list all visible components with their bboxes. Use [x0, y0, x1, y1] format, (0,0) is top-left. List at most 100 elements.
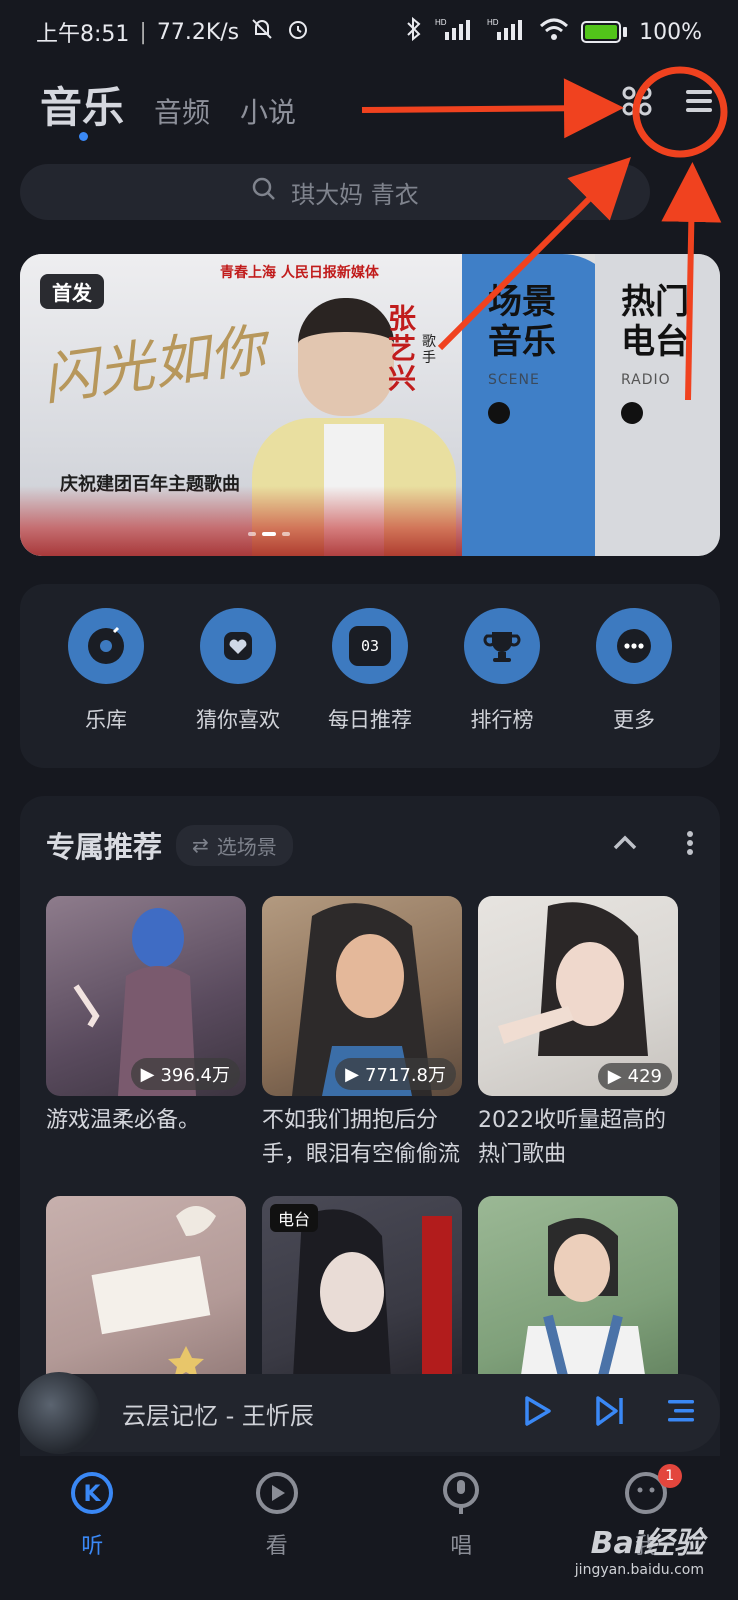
play-count: ▶ 7717.8万: [335, 1058, 456, 1090]
banner-script-title: 闪光如你: [38, 317, 270, 414]
shortcut-row: 乐库 猜你喜欢 03 每日推荐 排行榜 更多: [20, 584, 720, 768]
playlist-title: 不如我们拥抱后分手，眼泪有空偷偷流: [262, 1108, 461, 1167]
search-placeholder: 琪大妈 青衣: [291, 180, 419, 209]
tab-audio[interactable]: 音频: [154, 91, 210, 135]
baidu-watermark: Bai经验 jingyan.baidu.com: [575, 1518, 704, 1578]
hot-radio-card[interactable]: 热门电台 RADIO: [595, 254, 720, 556]
now-playing-track: 云层记忆 - 王忻辰: [122, 1401, 314, 1430]
playlist-card[interactable]: ▶ 429 2022收听量超高的热门歌曲: [478, 896, 678, 1196]
playlist-cover: [478, 1196, 678, 1396]
mute-icon: [249, 16, 275, 48]
search-icon: [251, 176, 277, 208]
shortcut-label: 猜你喜欢: [196, 708, 280, 732]
next-track-button[interactable]: [594, 1394, 626, 1432]
shortcut-library[interactable]: 乐库: [50, 608, 162, 768]
more-dots-icon: [596, 608, 672, 684]
battery-percent: 100%: [639, 19, 702, 45]
watermark-url: jingyan.baidu.com: [574, 1562, 704, 1578]
listen-k-icon: K: [69, 1470, 115, 1520]
apps-grid-icon[interactable]: [620, 84, 654, 122]
microphone-icon: [438, 1470, 484, 1520]
recommend-title: 专属推荐: [46, 830, 163, 864]
tab-music[interactable]: 音乐: [40, 74, 124, 135]
battery-icon: [581, 21, 628, 43]
radio-card-title: 热门电台: [621, 282, 689, 362]
trophy-icon: [464, 608, 540, 684]
scene-card-subtitle: SCENE: [488, 372, 540, 388]
recognize-icon[interactable]: [680, 172, 710, 206]
disc-icon: [68, 608, 144, 684]
calendar-day: 03: [349, 626, 391, 666]
banner-artist: 张艺兴: [388, 302, 417, 395]
play-count: ▶ 396.4万: [130, 1058, 240, 1090]
wifi-icon: [539, 16, 569, 48]
playlist-card[interactable]: ▶ 396.4万 游戏温柔必备。: [46, 896, 246, 1196]
shortcut-label: 乐库: [85, 708, 127, 732]
now-playing-cover: [18, 1372, 100, 1454]
playlist-cover: [46, 1196, 246, 1396]
nav-sing[interactable]: 唱: [411, 1470, 511, 1600]
tab-novel[interactable]: 小说: [240, 91, 296, 135]
scene-card-title: 场景音乐: [488, 282, 556, 362]
radio-tag: 电台: [270, 1204, 319, 1232]
scene-select-label: 选场景: [216, 834, 277, 859]
notification-badge: 1: [657, 1464, 682, 1488]
shortcut-guess-like[interactable]: 猜你喜欢: [182, 608, 294, 768]
watch-play-icon: [254, 1470, 300, 1520]
play-button[interactable]: [522, 1394, 554, 1432]
collapse-icon[interactable]: [612, 834, 638, 856]
play-icon: [488, 402, 510, 424]
banner-badge: 首发: [40, 274, 104, 309]
playlist-cover: ▶ 396.4万: [46, 896, 246, 1096]
carousel-dots: [248, 532, 290, 536]
calendar-03-icon: 03: [332, 608, 408, 684]
nav-label: 唱: [450, 1534, 473, 1559]
alarm-icon: [285, 16, 311, 48]
nav-label: 看: [265, 1534, 288, 1559]
scene-select-button[interactable]: ⇄ 选场景: [176, 824, 293, 866]
status-bar: 上午8:51 | 77.2K/s HD HD 100%: [36, 16, 702, 48]
shortcut-label: 更多: [613, 708, 655, 732]
play-icon: [621, 402, 643, 424]
nav-listen[interactable]: K 听: [42, 1470, 142, 1600]
heart-card-icon: [200, 608, 276, 684]
playlist-title: 2022收听量超高的热门歌曲: [478, 1108, 666, 1167]
play-count: ▶ 429: [597, 1063, 672, 1090]
playlist-queue-button[interactable]: [666, 1396, 696, 1430]
playlist-card[interactable]: ▶ 7717.8万 不如我们拥抱后分手，眼泪有空偷偷流: [262, 896, 462, 1196]
svg-text:HD: HD: [487, 18, 499, 27]
nav-label: 听: [81, 1534, 104, 1559]
menu-icon[interactable]: [682, 84, 716, 122]
top-tabs: 音乐 音频 小说: [40, 74, 296, 135]
playlist-cover: 电台: [262, 1196, 462, 1396]
shortcut-daily[interactable]: 03 每日推荐: [314, 608, 426, 768]
app-screen: 上午8:51 | 77.2K/s HD HD 100% 音乐 音频 小说 琪大妈…: [0, 0, 738, 1600]
banner-slide[interactable]: 青春上海 人民日报新媒体 闪光如你 庆祝建团百年主题歌曲 张艺兴 歌手 首发: [20, 254, 472, 556]
shortcut-more[interactable]: 更多: [578, 608, 690, 768]
active-tab-indicator: [79, 132, 88, 141]
shortcut-label: 排行榜: [470, 708, 534, 732]
mini-player[interactable]: 云层记忆 - 王忻辰: [18, 1372, 720, 1454]
radio-card-subtitle: RADIO: [621, 372, 671, 388]
playlist-title: 游戏温柔必备。: [46, 1108, 201, 1133]
status-time: 上午8:51: [36, 22, 130, 47]
banner-logos: 青春上海 人民日报新媒体: [220, 265, 379, 281]
banner-flag-decor: [20, 486, 472, 556]
svg-text:K: K: [84, 1482, 102, 1507]
signal-icon: HD: [435, 16, 475, 48]
status-speed: 77.2K/s: [156, 19, 240, 45]
banner-carousel[interactable]: 青春上海 人民日报新媒体 闪光如你 庆祝建团百年主题歌曲 张艺兴 歌手 首发 场…: [20, 254, 720, 556]
watermark-brand: Bai经验: [590, 1526, 704, 1561]
top-actions: [620, 84, 716, 122]
playlist-cover: ▶ 7717.8万: [262, 896, 462, 1096]
signal-icon-2: HD: [487, 16, 527, 48]
bluetooth-icon: [405, 16, 423, 48]
swap-icon: ⇄: [192, 833, 209, 857]
nav-watch[interactable]: 看: [227, 1470, 327, 1600]
more-vertical-icon[interactable]: [686, 830, 694, 860]
svg-text:HD: HD: [435, 18, 447, 27]
banner-artist-role: 歌手: [422, 334, 436, 366]
search-bar[interactable]: 琪大妈 青衣: [20, 164, 650, 220]
shortcut-charts[interactable]: 排行榜: [446, 608, 558, 768]
shortcut-label: 每日推荐: [328, 708, 412, 732]
